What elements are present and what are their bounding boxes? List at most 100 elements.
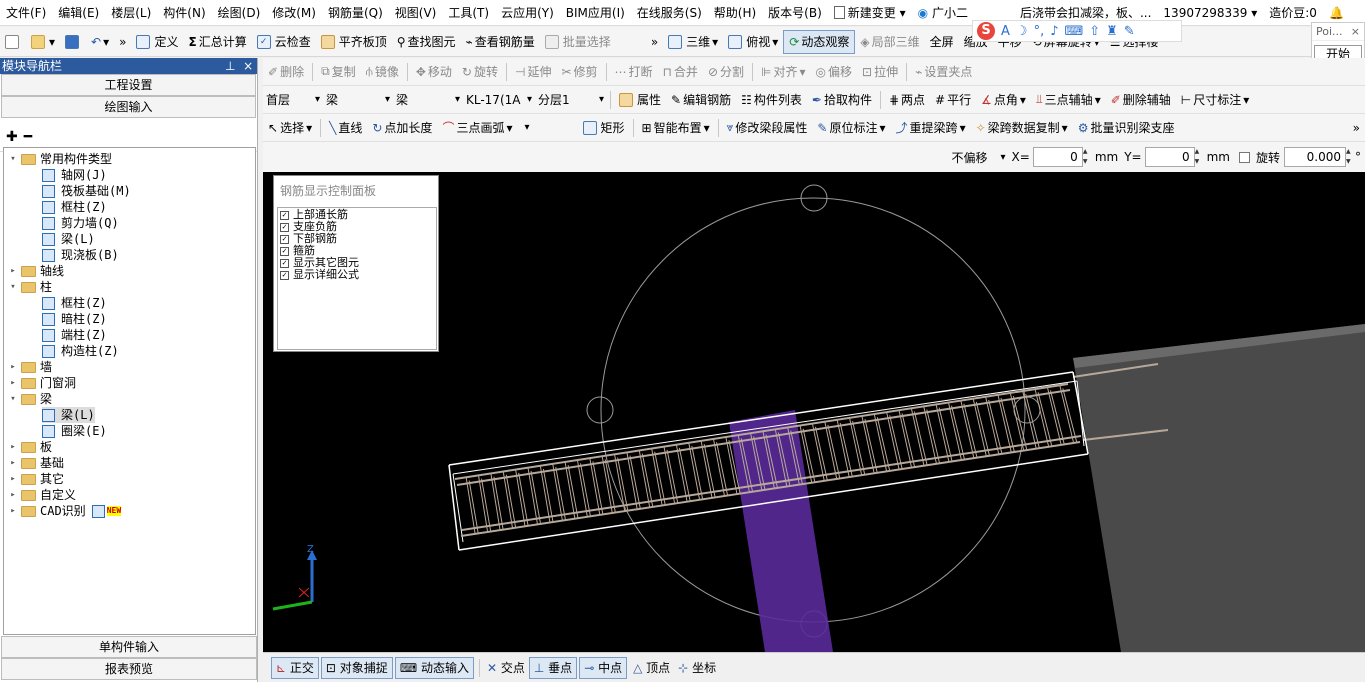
- tree-item[interactable]: 构造柱(Z): [42, 343, 119, 359]
- break-button[interactable]: ⋯ 打断: [610, 60, 658, 84]
- merge-button[interactable]: ⊓ 合并: [658, 60, 703, 84]
- dimension-button[interactable]: ⊢ 尺寸标注 ▾: [1176, 88, 1255, 112]
- menu-help[interactable]: 帮助(H): [708, 0, 762, 25]
- full-screen-button[interactable]: 全屏: [925, 30, 959, 54]
- tree-folder[interactable]: ▸ 其它: [8, 471, 64, 487]
- floor-select[interactable]: 首层: [263, 90, 323, 110]
- menu-bim[interactable]: BIM应用(I): [560, 0, 631, 25]
- summary-calc-button[interactable]: Σ 汇总计算: [183, 30, 251, 54]
- delete-button[interactable]: ✐ 删除: [263, 60, 309, 84]
- menu-floor[interactable]: 楼层(L): [105, 0, 157, 25]
- expand-all-icon[interactable]: ✚: [6, 129, 18, 145]
- perpendicular-snap[interactable]: ⊥ 垂点: [528, 656, 578, 679]
- menu-file[interactable]: 文件(F): [0, 0, 52, 25]
- point-length-button[interactable]: ↻ 点加长度: [367, 116, 437, 140]
- drawing-viewport[interactable]: Z 钢筋显示控制面板 ✓ 上部通长筋 ✓ 支座负筋 ✓ 下部钢筋 ✓ 箍筋 ✓ 显示其它图元 ✓ 显示…: [263, 172, 1365, 652]
- delete-aux-button[interactable]: ✐ 删除辅轴: [1106, 88, 1176, 112]
- tree-item[interactable]: 暗柱(Z): [42, 311, 107, 327]
- tree-folder[interactable]: ▾ 常用构件类型: [8, 151, 112, 167]
- component-list-button[interactable]: ☷ 构件列表: [736, 88, 807, 112]
- ime-toolbar[interactable]: S A ☽ °, ♪ ⌨ ⇧ ♜ ✎: [972, 20, 1182, 42]
- edit-rebar-button[interactable]: ✎ 编辑钢筋: [666, 88, 736, 112]
- x-input[interactable]: 0: [1032, 147, 1083, 167]
- category-select[interactable]: 梁: [323, 90, 393, 110]
- tree-folder[interactable]: ▸ 轴线: [8, 263, 64, 279]
- menu-rebar[interactable]: 钢筋量(Q): [322, 0, 389, 25]
- line-button[interactable]: ╲ 直线: [324, 116, 367, 140]
- rotate-button[interactable]: ↻ 旋转: [457, 60, 503, 84]
- smart-layout-button[interactable]: ⊞ 智能布置 ▾: [637, 116, 715, 140]
- tree-folder[interactable]: ▾ 柱: [8, 279, 52, 295]
- pick-component-button[interactable]: ✒ 拾取构件: [807, 88, 877, 112]
- tree-item[interactable]: 梁(L): [42, 407, 95, 423]
- tree-folder[interactable]: ▸ 板: [8, 439, 52, 455]
- project-settings-button[interactable]: 工程设置: [1, 74, 256, 96]
- single-input-button[interactable]: 单构件输入: [1, 636, 257, 658]
- top-view-button[interactable]: 俯视 ▾: [723, 30, 783, 54]
- three-d-button[interactable]: 三维 ▾: [663, 30, 723, 54]
- property-button[interactable]: 属性: [614, 88, 666, 112]
- tree-folder[interactable]: ▸ 基础: [8, 455, 64, 471]
- save-icon[interactable]: [60, 30, 86, 54]
- align-button[interactable]: ⊫ 对齐 ▾: [756, 60, 811, 84]
- checkbox[interactable]: ✓: [280, 258, 289, 268]
- undo-icon[interactable]: ↶ ▾: [86, 30, 114, 54]
- intersection-snap[interactable]: ✕ 交点: [483, 657, 529, 679]
- collapse-icon[interactable]: ▾: [8, 151, 18, 167]
- stretch-button[interactable]: ⊡ 拉伸: [857, 60, 903, 84]
- local-3d-button[interactable]: ◈ 局部三维: [855, 30, 924, 54]
- open-file-icon[interactable]: ▾: [26, 30, 60, 54]
- close-icon[interactable]: ×: [1351, 25, 1360, 38]
- in-situ-button[interactable]: ✎ 原位标注 ▾: [812, 116, 890, 140]
- x-spinner[interactable]: ▲ ▼: [1083, 147, 1092, 167]
- menu-draw[interactable]: 绘图(D): [212, 0, 267, 25]
- expand-icon[interactable]: ▸: [8, 263, 18, 279]
- tree-folder[interactable]: ▸ 墙: [8, 359, 52, 375]
- midpoint-snap[interactable]: ⊸ 中点: [579, 656, 628, 679]
- checkbox[interactable]: ✓: [280, 210, 289, 220]
- set-grip-button[interactable]: ⌁ 设置夹点: [910, 60, 977, 84]
- copy-button[interactable]: ⧉ 复制: [316, 60, 361, 84]
- offset-button[interactable]: ◎ 偏移: [811, 60, 858, 84]
- checkbox[interactable]: ✓: [280, 270, 289, 280]
- tree-item[interactable]: 梁(L): [42, 231, 95, 247]
- tree-folder[interactable]: ▸ 自定义: [8, 487, 76, 503]
- expand-icon[interactable]: ▸: [8, 455, 18, 471]
- trim-button[interactable]: ✂ 修剪: [556, 60, 602, 84]
- span-copy-button[interactable]: ✧ 梁跨数据复制 ▾: [971, 116, 1073, 140]
- tree-item[interactable]: 框柱(Z): [42, 199, 107, 215]
- report-preview-button[interactable]: 报表预览: [1, 658, 257, 680]
- overflow-icon-2[interactable]: »: [646, 30, 663, 54]
- split-button[interactable]: ⊘ 分割: [703, 60, 749, 84]
- parallel-button[interactable]: # 平行: [930, 88, 976, 112]
- batch-identify-button[interactable]: ⚙ 批量识别梁支座: [1073, 116, 1180, 140]
- tree-folder[interactable]: ▸ 门窗洞: [8, 375, 76, 391]
- checkbox[interactable]: ✓: [280, 246, 289, 256]
- view-rebar-button[interactable]: ⌁ 查看钢筋量: [461, 30, 540, 54]
- re-extract-span-button[interactable]: ⤴ 重提梁跨 ▾: [891, 116, 971, 140]
- coordinate-snap[interactable]: ⊹ 坐标: [674, 657, 720, 679]
- vertex-snap[interactable]: △ 顶点: [629, 657, 674, 679]
- menu-view[interactable]: 视图(V): [389, 0, 443, 25]
- menu-component[interactable]: 构件(N): [157, 0, 211, 25]
- define-button[interactable]: 定义: [131, 30, 183, 54]
- overflow-icon-3[interactable]: »: [1348, 116, 1365, 140]
- tree-item[interactable]: 框柱(Z): [42, 295, 107, 311]
- drawing-input-button[interactable]: 绘图输入: [1, 96, 256, 118]
- offset-mode-select[interactable]: 不偏移: [949, 147, 1009, 167]
- mirror-button[interactable]: ⫛ 镜像: [361, 60, 404, 84]
- tree-item[interactable]: 筏板基础(M): [42, 183, 131, 199]
- two-points-button[interactable]: ⋕ 两点: [884, 88, 930, 112]
- expand-icon[interactable]: ▸: [8, 471, 18, 487]
- align-slab-top-button[interactable]: 平齐板顶: [316, 30, 392, 54]
- checkbox[interactable]: ✓: [280, 234, 289, 244]
- dynamic-view-button[interactable]: ⟳ 动态观察: [783, 29, 856, 54]
- rotate-checkbox[interactable]: [1238, 151, 1250, 163]
- rotate-input[interactable]: 0.000: [1284, 147, 1346, 167]
- assistant-button[interactable]: ◉ 广小二: [912, 0, 974, 25]
- expand-icon[interactable]: ▸: [8, 439, 18, 455]
- ortho-toggle[interactable]: ⊾ 正交: [271, 656, 319, 679]
- batch-select-button[interactable]: 批量选择: [540, 30, 616, 54]
- expand-icon[interactable]: ▸: [8, 487, 18, 503]
- extend-button[interactable]: ⊣ 延伸: [510, 60, 556, 84]
